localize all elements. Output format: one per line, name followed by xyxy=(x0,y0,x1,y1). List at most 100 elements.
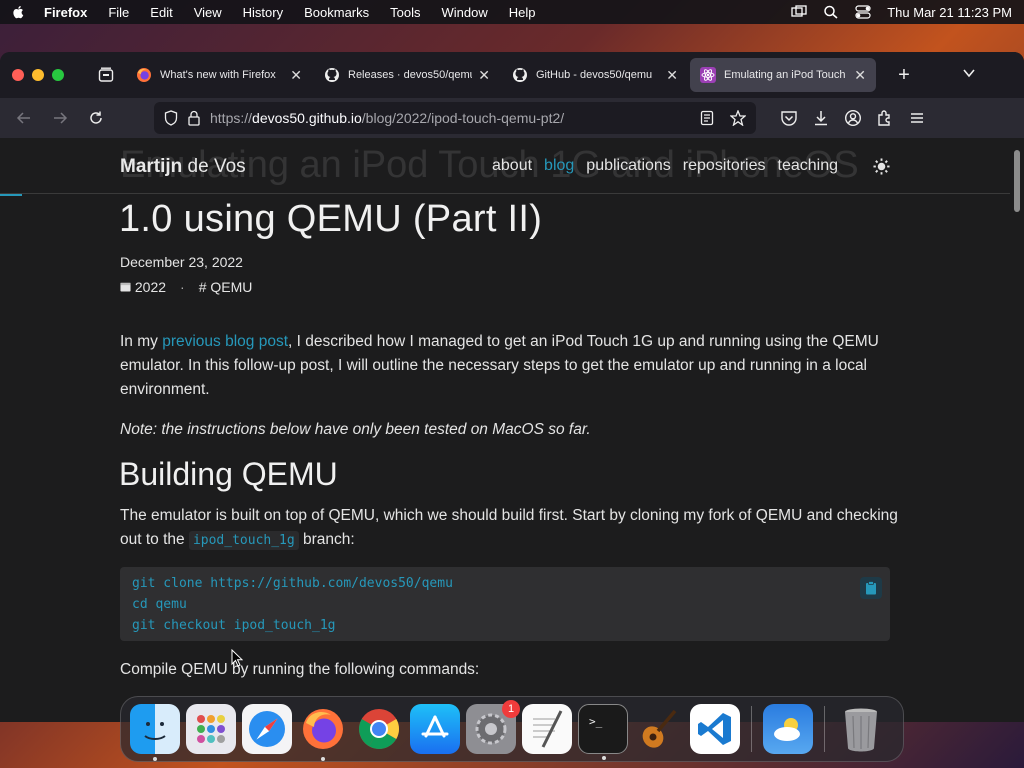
weather-cloud-icon xyxy=(774,718,800,741)
nav-link-about[interactable]: about xyxy=(492,157,532,175)
firefox-view-button[interactable] xyxy=(92,61,120,89)
menu-edit[interactable]: Edit xyxy=(150,5,172,20)
tab-whats-new[interactable]: What's new with Firefox ✕ xyxy=(126,58,312,92)
site-brand[interactable]: Martijn de Vos xyxy=(120,156,246,178)
menu-file[interactable]: File xyxy=(108,5,129,20)
menu-bookmarks[interactable]: Bookmarks xyxy=(304,5,369,20)
menu-bar: Firefox File Edit View History Bookmarks… xyxy=(0,0,1024,24)
svg-text:>_: >_ xyxy=(589,715,603,728)
reader-view-icon[interactable] xyxy=(700,110,714,126)
dock-garageband[interactable] xyxy=(634,704,684,754)
intro-paragraph: In my previous blog post, I described ho… xyxy=(120,330,900,402)
account-icon[interactable] xyxy=(844,109,862,127)
dock-system-settings[interactable]: 1 xyxy=(466,700,520,754)
tab-emulating-ipod[interactable]: Emulating an iPod Touch ✕ xyxy=(690,58,876,92)
close-window-button[interactable] xyxy=(12,69,24,81)
nav-link-publications[interactable]: publications xyxy=(586,157,671,175)
running-indicator xyxy=(153,757,157,761)
nav-link-blog[interactable]: blog xyxy=(544,157,574,175)
spotlight-search-icon[interactable] xyxy=(823,5,839,19)
zoom-window-button[interactable] xyxy=(52,69,64,81)
dock-vscode[interactable] xyxy=(690,704,740,754)
dock-app-store[interactable] xyxy=(410,704,460,754)
previous-post-link[interactable]: previous blog post xyxy=(162,333,288,350)
tracking-protection-shield-icon[interactable] xyxy=(164,110,178,126)
dock-firefox[interactable] xyxy=(298,704,348,761)
dock-textedit[interactable] xyxy=(522,704,572,754)
tab-label: What's new with Firefox xyxy=(160,69,276,81)
new-tab-button[interactable]: + xyxy=(890,64,918,87)
address-bar[interactable]: https://devos50.github.io/blog/2022/ipod… xyxy=(154,102,756,134)
hash-icon: # xyxy=(198,279,207,295)
screen-mirroring-icon[interactable] xyxy=(791,5,807,19)
clock[interactable]: Thu Mar 21 11:23 PM xyxy=(887,5,1012,20)
notification-badge: 1 xyxy=(502,700,520,718)
dock-finder[interactable] xyxy=(130,704,180,761)
tab-close-icon[interactable]: ✕ xyxy=(854,67,866,84)
code-line: git clone https://github.com/devos50/qem… xyxy=(132,576,453,591)
hamburger-menu-icon[interactable] xyxy=(908,109,926,127)
tab-label: GitHub - devos50/qemu xyxy=(536,69,653,81)
safari-icon xyxy=(249,711,285,747)
dock-safari[interactable] xyxy=(242,704,292,754)
pocket-icon[interactable] xyxy=(780,109,798,127)
dock-separator xyxy=(824,706,825,752)
apple-menu-icon[interactable] xyxy=(12,5,26,19)
tab-releases[interactable]: Releases · devos50/qemu ✕ xyxy=(314,58,500,92)
post-title: 1.0 using QEMU (Part II) xyxy=(119,198,543,240)
post-year-link[interactable]: 2022 xyxy=(120,279,166,295)
menu-history[interactable]: History xyxy=(243,5,283,20)
tab-close-icon[interactable]: ✕ xyxy=(666,67,678,84)
browser-window: What's new with Firefox ✕ Releases · dev… xyxy=(0,52,1024,722)
back-button[interactable] xyxy=(8,102,40,134)
navigation-toolbar: https://devos50.github.io/blog/2022/ipod… xyxy=(0,98,1024,138)
theme-toggle-sun-icon[interactable] xyxy=(873,158,890,175)
post-meta: 2022 · # QEMU xyxy=(120,279,252,295)
nav-link-repositories[interactable]: repositories xyxy=(683,157,766,175)
menu-window[interactable]: Window xyxy=(442,5,488,20)
list-all-tabs-chevron-icon[interactable] xyxy=(962,66,976,80)
lock-icon[interactable] xyxy=(188,110,200,126)
site-navbar: Martijn de Vos about blog publications r… xyxy=(0,138,1010,194)
tab-github[interactable]: GitHub - devos50/qemu ✕ xyxy=(502,58,688,92)
running-indicator xyxy=(321,757,325,761)
dock: 1 >_ xyxy=(120,696,904,762)
tab-label: Emulating an iPod Touch xyxy=(724,69,846,81)
textedit-icon xyxy=(533,710,563,748)
tab-close-icon[interactable]: ✕ xyxy=(478,67,490,84)
forward-arrow-icon xyxy=(54,112,68,124)
dock-launchpad[interactable] xyxy=(186,704,236,754)
reload-button[interactable] xyxy=(80,102,112,134)
note-paragraph: Note: the instructions below have only b… xyxy=(120,421,591,438)
menu-tools[interactable]: Tools xyxy=(390,5,420,20)
bookmark-star-icon[interactable] xyxy=(730,110,746,126)
page-scrollbar[interactable] xyxy=(1010,138,1024,722)
dock-terminal[interactable]: >_ xyxy=(578,704,628,760)
extensions-icon[interactable] xyxy=(876,109,894,127)
window-controls xyxy=(12,69,64,81)
scrollbar-thumb[interactable] xyxy=(1014,150,1020,212)
github-icon xyxy=(325,68,339,82)
menu-view[interactable]: View xyxy=(194,5,222,20)
control-center-icon[interactable] xyxy=(855,5,871,19)
url-host: devos50.github.io xyxy=(252,110,362,126)
downloads-icon[interactable] xyxy=(812,109,830,127)
url-text: https://devos50.github.io/blog/2022/ipod… xyxy=(210,110,564,126)
tab-close-icon[interactable]: ✕ xyxy=(290,67,302,84)
code-block: git clone https://github.com/devos50/qem… xyxy=(120,567,890,641)
section-heading: Building QEMU xyxy=(119,456,338,492)
page-content: Emulating an iPod Touch 1G and iPhoneOS … xyxy=(0,138,1010,722)
mouse-cursor-icon xyxy=(231,649,243,667)
post-tag-link[interactable]: # QEMU xyxy=(199,279,253,295)
menu-app-name[interactable]: Firefox xyxy=(44,5,87,20)
dock-trash[interactable] xyxy=(836,704,886,754)
forward-button[interactable] xyxy=(44,102,76,134)
nav-link-teaching[interactable]: teaching xyxy=(778,157,839,175)
minimize-window-button[interactable] xyxy=(32,69,44,81)
dock-weather[interactable] xyxy=(763,704,813,754)
dock-chrome[interactable] xyxy=(354,704,404,754)
url-scheme: https:// xyxy=(210,110,253,126)
copy-code-button[interactable] xyxy=(860,577,882,599)
build-paragraph: The emulator is built on top of QEMU, wh… xyxy=(120,504,900,553)
menu-help[interactable]: Help xyxy=(509,5,536,20)
